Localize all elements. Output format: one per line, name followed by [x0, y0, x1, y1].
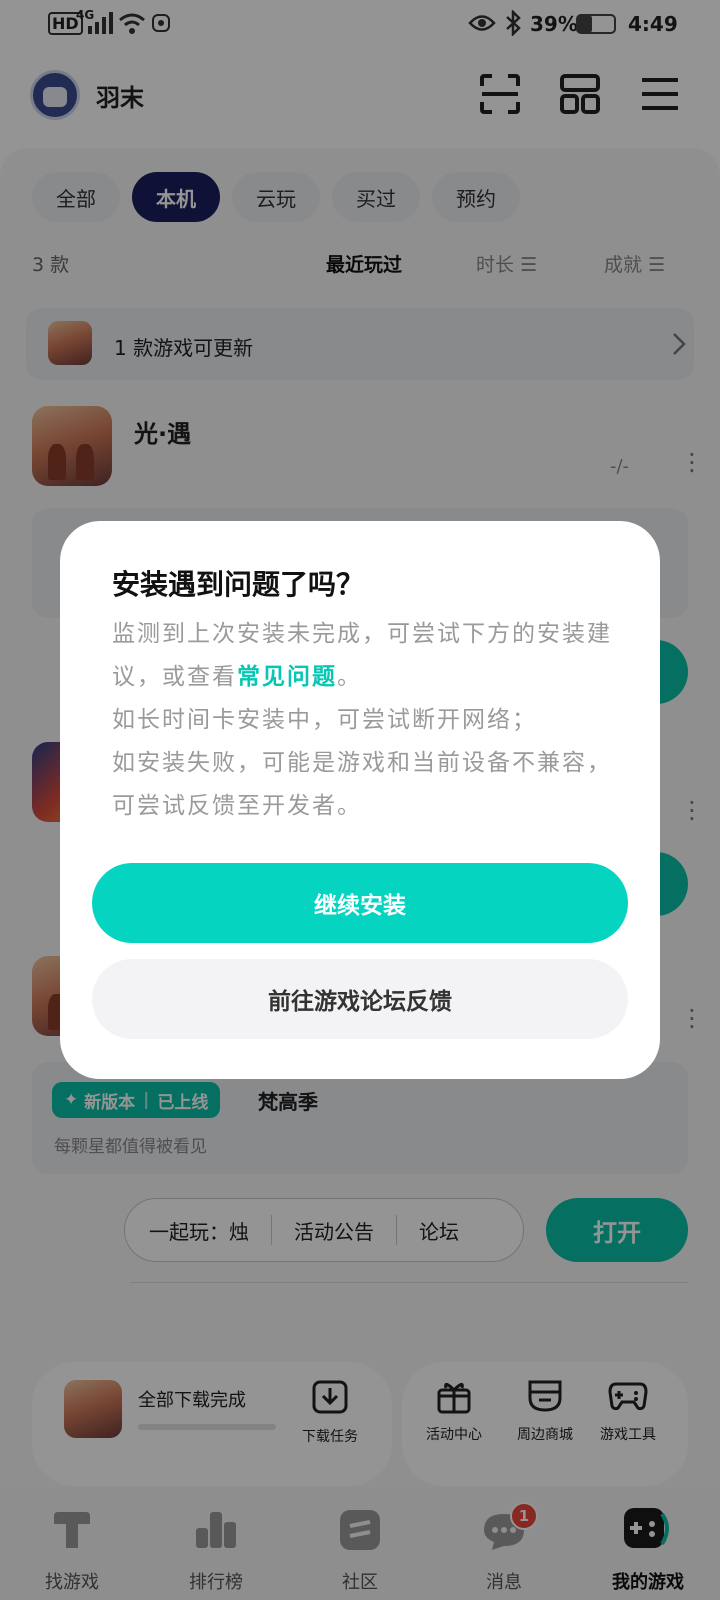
dialog-title: 安装遇到问题了吗？ — [112, 568, 365, 601]
dialog-text: 如安装失败，可能是游戏和当前设备不兼容，可尝试反馈至开发者。 — [112, 750, 612, 819]
faq-link[interactable]: 常见问题 — [237, 664, 337, 690]
dialog-text: 如长时间卡安装中，可尝试断开网络； — [112, 707, 537, 733]
dialog-body: 监测到上次安装未完成，可尝试下方的安装建议，或查看常见问题。 如长时间卡安装中，… — [112, 613, 622, 828]
continue-install-button[interactable]: 继续安装 — [92, 863, 628, 943]
install-problem-dialog: 安装遇到问题了吗？ 监测到上次安装未完成，可尝试下方的安装建议，或查看常见问题。… — [60, 521, 660, 1079]
dialog-text: 。 — [337, 664, 362, 690]
dialog-text: 监测到上次安装未完成，可尝试下方的安装建议，或查看 — [112, 621, 612, 690]
forum-feedback-button[interactable]: 前往游戏论坛反馈 — [92, 959, 628, 1039]
